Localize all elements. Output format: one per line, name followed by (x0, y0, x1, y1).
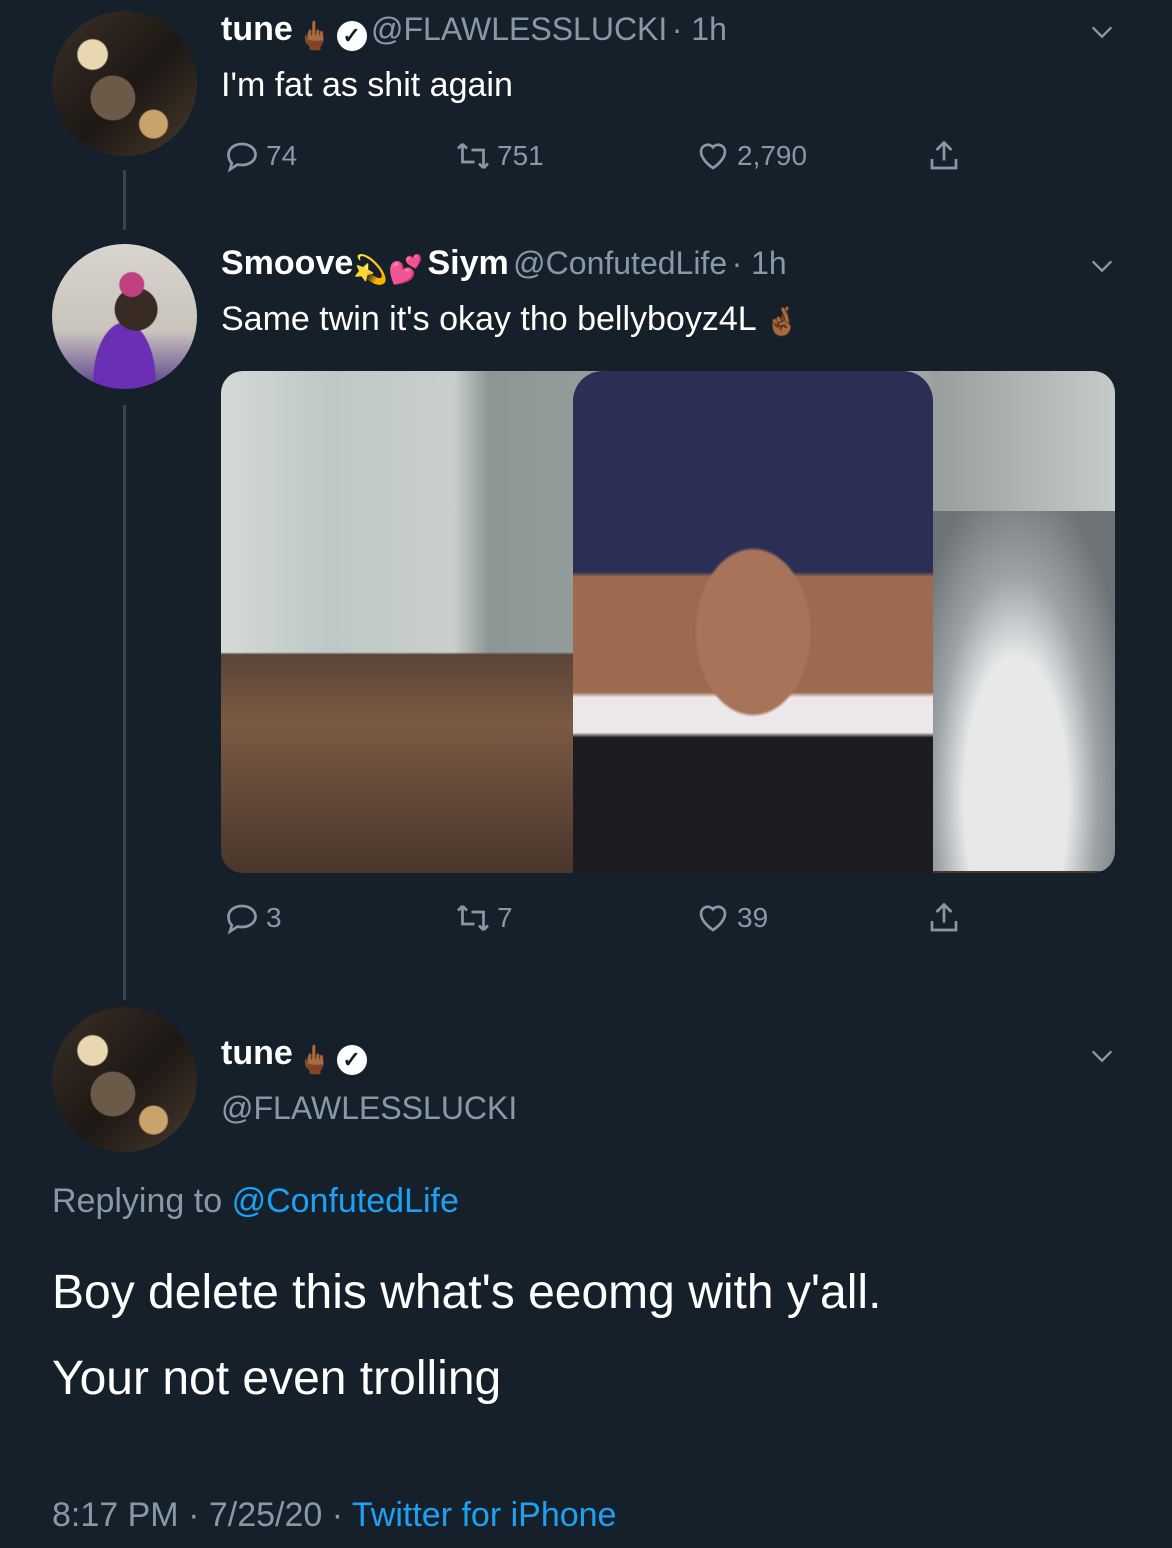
photo-subject (573, 371, 933, 873)
timestamp[interactable]: · 1h (672, 11, 727, 47)
tweet-text-line-2: Your not even trolling (52, 1352, 502, 1405)
name-emoji: 💫💕 (353, 254, 423, 286)
chevron-down-icon[interactable] (1088, 18, 1116, 46)
reply-count: 74 (266, 140, 298, 171)
share-icon (930, 902, 958, 932)
fingers-crossed-emoji: 🤞🏾 (764, 305, 800, 337)
display-name[interactable]: Smoove (221, 244, 353, 282)
like-icon (699, 143, 727, 170)
tweet-text: Same twin it's okay tho bellyboyz4L (221, 300, 756, 338)
name-emoji: 🖕🏾 (297, 20, 333, 52)
handle[interactable]: @ConfutedLife (513, 245, 727, 281)
display-name-part-2[interactable]: Siym (427, 244, 508, 282)
avatar-tune[interactable] (52, 1007, 197, 1152)
like-icon (699, 905, 727, 932)
verified-badge-icon: ✓ (336, 20, 367, 51)
share-icon (930, 140, 958, 170)
retweet-count: 751 (497, 140, 544, 171)
share-button[interactable] (926, 138, 968, 174)
tweet-timestamp[interactable]: 8:17 PM · 7/25/20 · (52, 1496, 343, 1534)
tweet-photo[interactable] (221, 371, 1115, 873)
like-count: 39 (737, 902, 769, 933)
chevron-down-icon[interactable] (1088, 1042, 1116, 1070)
photo-sink (911, 511, 1115, 871)
tweet-text: I'm fat as shit again (221, 66, 513, 104)
handle[interactable]: @FLAWLESSLUCKI (221, 1090, 517, 1127)
chevron-down-icon[interactable] (1088, 252, 1116, 280)
tweet-text: Boy delete this what's eeomg with y'all.… (52, 1250, 881, 1422)
replying-to-mention[interactable]: @ConfutedLife (232, 1182, 459, 1220)
retweet-button[interactable]: 7 (455, 900, 513, 936)
reply-button[interactable]: 74 (224, 138, 297, 174)
handle[interactable]: @FLAWLESSLUCKI (371, 11, 667, 47)
tweet-meta: 8:17 PM · 7/25/20 · Twitter for iPhone (52, 1496, 616, 1535)
name-emoji: 🖕🏾 (297, 1044, 333, 1076)
reply-icon (227, 142, 257, 173)
replying-to: Replying to @ConfutedLife (52, 1182, 459, 1221)
thread-line (123, 405, 126, 1000)
tweet-text-line-1: Boy delete this what's eeomg with y'all. (52, 1266, 882, 1319)
reply-icon (227, 904, 257, 935)
tweet-header: Smoove💫💕 Siym @ConfutedLife · 1h (221, 244, 787, 286)
avatar-smoove[interactable] (52, 244, 197, 389)
like-button[interactable]: 39 (695, 900, 768, 936)
replying-to-label: Replying to (52, 1182, 223, 1220)
retweet-button[interactable]: 751 (455, 138, 544, 174)
display-name[interactable]: tune (221, 1034, 293, 1072)
share-button[interactable] (926, 900, 968, 936)
display-name[interactable]: tune (221, 10, 293, 48)
avatar-tune[interactable] (52, 11, 197, 156)
like-button[interactable]: 2,790 (695, 138, 807, 174)
tweet-header: tune 🖕🏾 ✓ @FLAWLESSLUCKI · 1h (221, 10, 727, 52)
retweet-icon (457, 143, 489, 169)
tweet-header: tune 🖕🏾 ✓ (221, 1034, 367, 1076)
timestamp[interactable]: · 1h (732, 245, 787, 281)
reply-button[interactable]: 3 (224, 900, 282, 936)
thread-line (123, 170, 126, 230)
retweet-icon (457, 905, 489, 931)
reply-count: 3 (266, 902, 282, 933)
tweet-text-row: Same twin it's okay tho bellyboyz4L 🤞🏾 (221, 300, 800, 339)
tweet-source[interactable]: Twitter for iPhone (352, 1496, 617, 1534)
retweet-count: 7 (497, 902, 513, 933)
verified-badge-icon: ✓ (336, 1044, 367, 1075)
like-count: 2,790 (737, 140, 808, 171)
